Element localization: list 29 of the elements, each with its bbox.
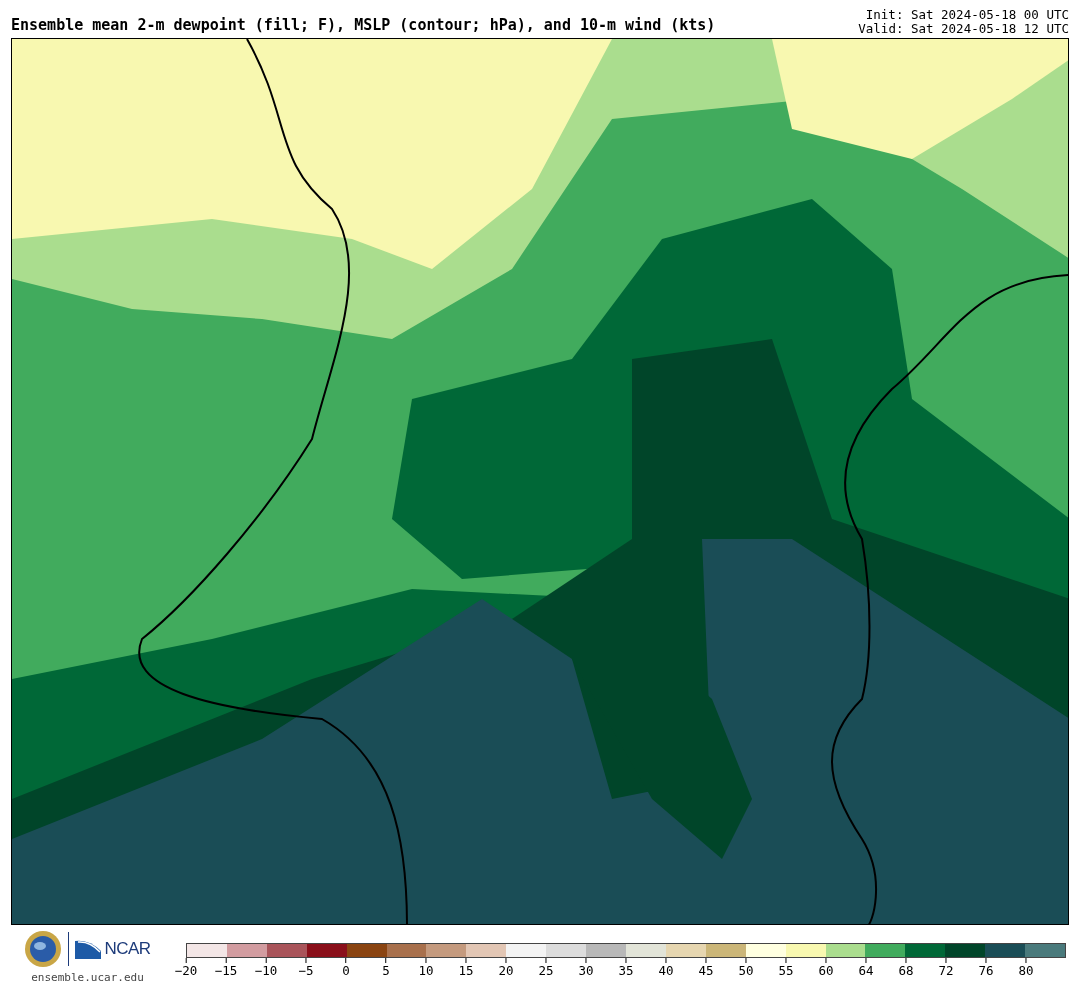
tick-label: 80 <box>1018 963 1034 978</box>
ncar-logo-icon <box>75 939 102 959</box>
tick-label: 64 <box>858 963 874 978</box>
tick-label: 35 <box>618 963 634 978</box>
tick-label: −15 <box>214 963 238 978</box>
chart-title: Ensemble mean 2-m dewpoint (fill; F), MSLP (contour; hPa), and 10-m wind (kts) <box>11 16 716 36</box>
tick-label: 15 <box>458 963 474 978</box>
tick-label: 50 <box>738 963 754 978</box>
tick-label: 76 <box>978 963 994 978</box>
tick-label: 25 <box>538 963 554 978</box>
tick-label: 72 <box>938 963 954 978</box>
tick-label: 0 <box>342 963 350 978</box>
valid-time: Valid: Sat 2024-05-18 12 UTC <box>858 22 1069 36</box>
tick-label: 20 <box>498 963 514 978</box>
tick-label: −10 <box>254 963 278 978</box>
tick-label: 10 <box>418 963 434 978</box>
init-time: Init: Sat 2024-05-18 00 UTC <box>865 8 1069 22</box>
globe-logo-icon <box>24 930 63 968</box>
tick-label: 55 <box>778 963 794 978</box>
tick-label: 45 <box>698 963 714 978</box>
tick-label: −5 <box>298 963 314 978</box>
tick-label: 5 <box>382 963 390 978</box>
site-url: ensemble.ucar.edu <box>31 971 144 984</box>
tick-label: 30 <box>578 963 594 978</box>
tick-label: 60 <box>818 963 834 978</box>
tick-label: −20 <box>174 963 198 978</box>
logo-text: NCAR <box>104 939 151 959</box>
tick-label: 68 <box>898 963 914 978</box>
tick-label: 40 <box>658 963 674 978</box>
